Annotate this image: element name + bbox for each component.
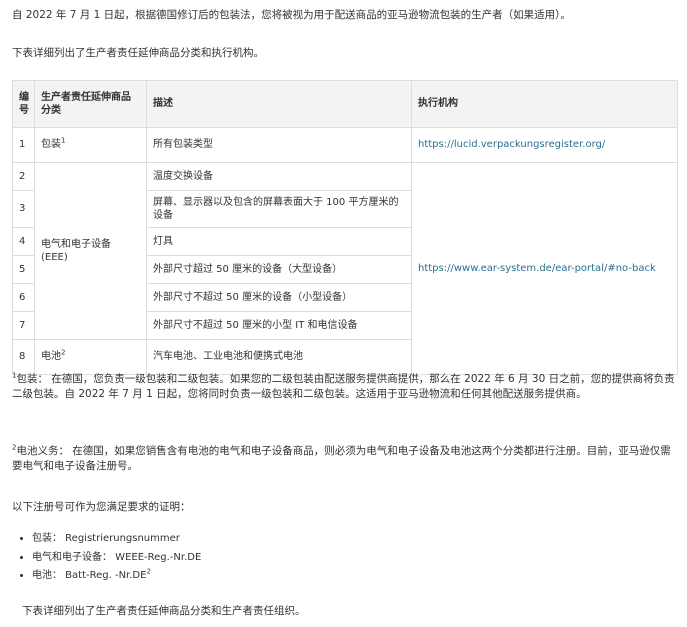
footnote-batteries: 2电池义务： 在德国，如果您销售含有电池的电气和电子设备商品，则必须为电气和电子… <box>12 444 676 474</box>
row-number: 7 <box>12 311 35 340</box>
footnote-packaging: 1包装： 在德国，您负责一级包装和二级包装。如果您的二级包装由配送服务提供商提供… <box>12 372 676 402</box>
row-number: 1 <box>12 127 35 163</box>
proof-list: 包装： Registrierungsnummer 电气和电子设备： WEEE-R… <box>12 532 201 588</box>
row-number: 5 <box>12 255 35 284</box>
list-item: 电气和电子设备： WEEE-Reg.-Nr.DE <box>32 551 201 566</box>
header-description: 描述 <box>146 80 412 128</box>
table-intro-paragraph: 下表详细列出了生产者责任延伸商品分类和执行机构。 <box>12 47 264 59</box>
proof-item-text: 电池： Batt-Reg. -Nr.DE <box>32 570 147 581</box>
row-description: 屏幕、显示器以及包含的屏幕表面大于 100 平方厘米的设备 <box>146 190 412 228</box>
row-category: 包装1 <box>34 127 147 163</box>
proof-item-text: 电气和电子设备： WEEE-Reg.-Nr.DE <box>32 551 202 563</box>
row-number: 4 <box>12 227 35 256</box>
footnote-text: 包装： 在德国，您负责一级包装和二级包装。如果您的二级包装由配送服务提供商提供，… <box>12 373 675 401</box>
proof-intro: 以下注册号可作为您满足要求的证明： <box>12 501 191 513</box>
category-label: 包装 <box>41 139 61 151</box>
table-header-row: 编号 生产者责任延伸商品分类 描述 执行机构 <box>12 80 678 128</box>
header-agency: 执行机构 <box>411 80 678 128</box>
header-no: 编号 <box>12 80 35 128</box>
row-category-eee: 电气和电子设备 (EEE) <box>34 162 147 340</box>
footnote-ref: 2 <box>146 567 151 576</box>
row-description: 外部尺寸不超过 50 厘米的小型 IT 和电信设备 <box>146 311 412 340</box>
row-agency: https://lucid.verpackungsregister.org/ <box>411 127 678 163</box>
row-description: 外部尺寸超过 50 厘米的设备（大型设备） <box>146 255 412 284</box>
row-description: 温度交换设备 <box>146 162 412 191</box>
row-description: 所有包装类型 <box>146 127 412 163</box>
agency-link[interactable]: https://lucid.verpackungsregister.org/ <box>418 139 605 150</box>
row-number: 8 <box>12 339 35 375</box>
proof-item-text: 包装： Registrierungsnummer <box>32 533 180 544</box>
table-row: 1 包装1 所有包装类型 https://lucid.verpackungsre… <box>12 127 678 163</box>
document-page: 自 2022 年 7 月 1 日起，根据德国修订后的包装法，您将被视为用于配送商… <box>0 0 687 627</box>
row-description: 外部尺寸不超过 50 厘米的设备（小型设备） <box>146 283 412 312</box>
category-label: 电池 <box>41 351 61 363</box>
row-agency-eee: https://www.ear-system.de/ear-portal/#no… <box>411 162 678 375</box>
footnote-text: 电池义务： 在德国，如果您销售含有电池的电气和电子设备商品，则必须为电气和电子设… <box>12 445 671 473</box>
row-number: 6 <box>12 283 35 312</box>
row-category: 电池2 <box>34 339 147 375</box>
epr-category-table: 编号 生产者责任延伸商品分类 描述 执行机构 1 包装1 所有包装类型 http… <box>12 80 678 375</box>
row-number: 2 <box>12 162 35 191</box>
list-item: 电池： Batt-Reg. -Nr.DE2 <box>32 567 201 584</box>
row-description: 灯具 <box>146 227 412 256</box>
list-item: 包装： Registrierungsnummer <box>32 532 201 547</box>
row-description: 汽车电池、工业电池和便携式电池 <box>146 339 412 375</box>
header-category: 生产者责任延伸商品分类 <box>34 80 147 128</box>
intro-paragraph: 自 2022 年 7 月 1 日起，根据德国修订后的包装法，您将被视为用于配送商… <box>12 9 571 21</box>
footnote-ref: 1 <box>61 136 66 145</box>
agency-link[interactable]: https://www.ear-system.de/ear-portal/#no… <box>418 263 656 274</box>
row-number: 3 <box>12 190 35 228</box>
footnote-ref: 2 <box>61 348 66 357</box>
closing-paragraph: 下表详细列出了生产者责任延伸商品分类和生产者责任组织。 <box>22 605 306 617</box>
table-row: 2 电气和电子设备 (EEE) 温度交换设备 https://www.ear-s… <box>12 162 678 375</box>
